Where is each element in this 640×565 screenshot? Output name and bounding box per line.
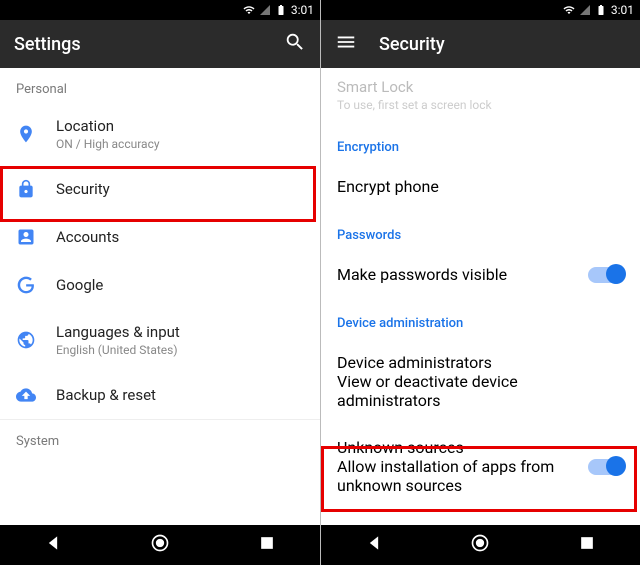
signal-icon — [579, 4, 591, 16]
row-unknown-sources[interactable]: Unknown sources Allow installation of ap… — [321, 424, 640, 509]
row-google[interactable]: Google — [0, 261, 320, 309]
signal-icon — [259, 4, 271, 16]
row-sublabel: Allow installation of apps from unknown … — [337, 457, 588, 495]
status-bar: 3:01 — [321, 0, 640, 20]
row-label: Unknown sources — [337, 438, 588, 457]
row-backup[interactable]: Backup & reset — [0, 371, 320, 419]
row-languages[interactable]: Languages & input English (United States… — [0, 309, 320, 371]
row-label: Device administrators — [337, 353, 624, 372]
google-icon — [16, 275, 56, 295]
globe-icon — [16, 330, 56, 350]
row-label: Accounts — [56, 228, 304, 246]
account-icon — [16, 227, 56, 247]
row-label: Backup & reset — [56, 386, 304, 404]
row-security[interactable]: Security — [0, 165, 320, 213]
row-label: Encrypt phone — [337, 177, 624, 196]
row-sublabel: ON / High accuracy — [56, 137, 304, 151]
page-title: Settings — [14, 34, 284, 55]
lock-icon — [16, 179, 56, 199]
row-label: Smart Lock — [337, 78, 624, 96]
menu-icon[interactable] — [335, 31, 357, 57]
row-encrypt-phone[interactable]: Encrypt phone — [321, 163, 640, 210]
app-bar-settings: Settings — [0, 20, 320, 68]
home-icon[interactable] — [470, 533, 490, 557]
recent-icon[interactable] — [257, 533, 277, 557]
nav-bar — [0, 525, 320, 565]
section-device-admin: Device administration — [321, 298, 640, 339]
home-icon[interactable] — [150, 533, 170, 557]
wifi-icon — [563, 4, 575, 16]
row-sublabel: English (United States) — [56, 343, 304, 357]
row-label: Make passwords visible — [337, 265, 588, 284]
wifi-icon — [243, 4, 255, 16]
battery-icon — [595, 4, 607, 16]
row-label: Google — [56, 276, 304, 294]
section-passwords: Passwords — [321, 210, 640, 251]
section-personal: Personal — [0, 68, 320, 103]
toggle-passwords[interactable] — [588, 267, 624, 283]
settings-list: Personal Location ON / High accuracy Sec… — [0, 68, 320, 525]
back-icon[interactable] — [364, 533, 384, 557]
search-icon[interactable] — [284, 31, 306, 57]
battery-icon — [275, 4, 287, 16]
status-bar: 3:01 — [0, 0, 320, 20]
security-list: Smart Lock To use, first set a screen lo… — [321, 68, 640, 525]
location-icon — [16, 124, 56, 144]
page-title: Security — [379, 34, 626, 55]
row-label: Languages & input — [56, 323, 304, 341]
row-sublabel: View or deactivate device administrators — [337, 372, 624, 410]
row-passwords-visible[interactable]: Make passwords visible — [321, 251, 640, 298]
back-icon[interactable] — [43, 533, 63, 557]
row-device-admin[interactable]: Device administrators View or deactivate… — [321, 339, 640, 424]
row-location[interactable]: Location ON / High accuracy — [0, 103, 320, 165]
row-smart-lock: Smart Lock To use, first set a screen lo… — [321, 68, 640, 122]
status-time: 3:01 — [291, 3, 314, 17]
section-system: System — [0, 419, 320, 455]
phone-right: 3:01 Security Smart Lock To use, first s… — [320, 0, 640, 565]
row-label: Security — [56, 180, 304, 198]
status-time: 3:01 — [611, 3, 634, 17]
section-encryption: Encryption — [321, 122, 640, 163]
nav-bar — [321, 525, 640, 565]
toggle-unknown-sources[interactable] — [588, 459, 624, 475]
recent-icon[interactable] — [577, 533, 597, 557]
app-bar-security: Security — [321, 20, 640, 68]
phone-left: 3:01 Settings Personal Location ON / Hig… — [0, 0, 320, 565]
row-label: Location — [56, 117, 304, 135]
cloud-icon — [16, 385, 56, 405]
row-accounts[interactable]: Accounts — [0, 213, 320, 261]
row-sublabel: To use, first set a screen lock — [337, 98, 624, 112]
